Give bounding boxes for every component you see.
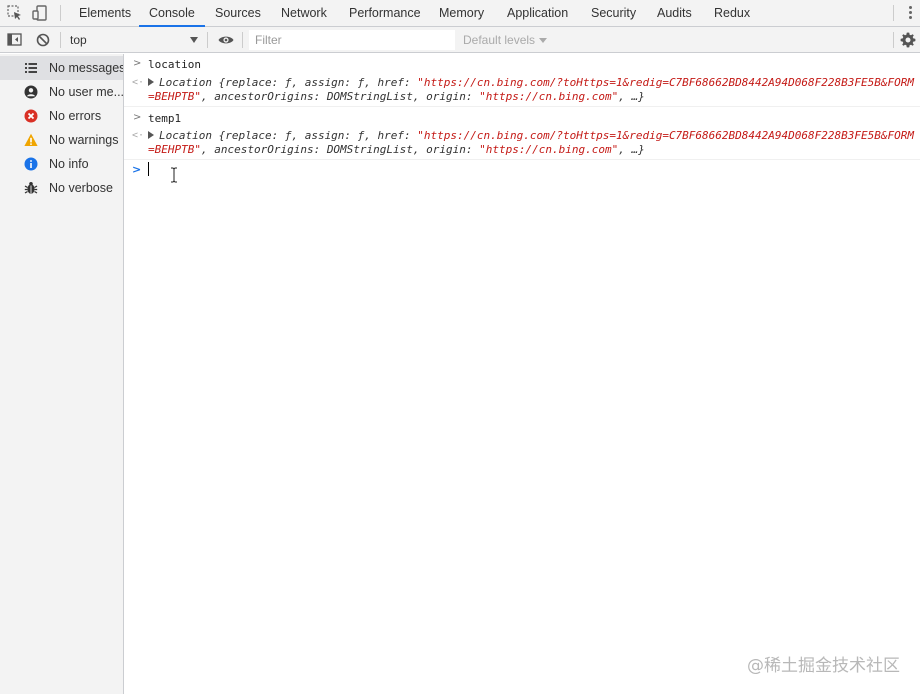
sidebar-item-label: No warnings: [49, 133, 119, 147]
console-output[interactable]: > location <· Location {replace: ƒ, assi…: [124, 54, 920, 694]
clear-console-icon[interactable]: [34, 31, 52, 49]
console-result[interactable]: Location {replace: ƒ, assign: ƒ, href: "…: [148, 76, 918, 104]
log-levels-dropdown[interactable]: Default levels: [463, 30, 548, 50]
console-input-text: location: [148, 58, 201, 71]
sidebar-item-label: No verbose: [49, 181, 113, 195]
sidebar-toggle-icon[interactable]: [6, 31, 24, 49]
prompt-chevron-icon: >: [132, 163, 142, 176]
dropdown-arrow-icon: [539, 38, 548, 44]
input-chevron-icon: >: [133, 58, 142, 69]
sidebar-item-errors[interactable]: No errors: [0, 104, 123, 128]
list-icon: [25, 63, 37, 73]
inspect-element-icon[interactable]: [6, 4, 24, 22]
toolbar-divider: [893, 5, 894, 21]
devtools-tab-bar: Elements Console Sources Network Perform…: [0, 0, 920, 27]
result-prefix: Location {replace: ƒ, assign: ƒ, href:: [159, 76, 418, 89]
console-input-text: temp1: [148, 112, 182, 125]
text-cursor-icon: [171, 167, 177, 183]
console-toolbar: top Default levels: [0, 27, 920, 53]
gear-icon[interactable]: [899, 31, 917, 49]
dropdown-arrow-icon: [190, 37, 198, 43]
tab-redux[interactable]: Redux: [714, 0, 750, 27]
toolbar-divider: [242, 32, 243, 48]
tab-performance[interactable]: Performance: [349, 0, 421, 27]
input-chevron-icon: >: [133, 112, 142, 123]
sidebar-item-messages[interactable]: No messages: [0, 56, 123, 80]
error-icon: [24, 109, 38, 123]
result-prefix: Location {replace: ƒ, assign: ƒ, href:: [159, 129, 418, 142]
tab-network[interactable]: Network: [281, 0, 327, 27]
console-entry: > location <· Location {replace: ƒ, assi…: [124, 54, 920, 107]
tab-memory[interactable]: Memory: [439, 0, 484, 27]
info-icon: [24, 157, 38, 171]
result-suffix: , …}: [618, 143, 645, 156]
device-toolbar-icon[interactable]: [31, 4, 49, 22]
tab-elements[interactable]: Elements: [79, 0, 131, 27]
sidebar-item-label: No messages: [49, 61, 123, 75]
tab-application[interactable]: Application: [507, 0, 568, 27]
warning-icon: [24, 133, 38, 146]
more-options-icon[interactable]: [906, 5, 914, 21]
toolbar-divider: [893, 32, 894, 48]
sidebar-item-label: No info: [49, 157, 89, 171]
tab-sources[interactable]: Sources: [215, 0, 261, 27]
result-origin: "https://cn.bing.com": [479, 90, 619, 103]
context-selector[interactable]: top: [64, 30, 204, 50]
return-arrow-icon: <·: [132, 130, 145, 141]
result-mid: , ancestorOrigins: DOMStringList, origin…: [200, 90, 480, 103]
expand-triangle-icon[interactable]: [148, 131, 154, 139]
tab-security[interactable]: Security: [591, 0, 636, 27]
sidebar-item-label: No user me...: [49, 85, 123, 99]
sidebar-item-warnings[interactable]: No warnings: [0, 128, 123, 152]
console-entry: > temp1 <· Location {replace: ƒ, assign:…: [124, 108, 920, 160]
log-levels-label: Default levels: [463, 33, 536, 47]
text-caret[interactable]: [148, 162, 149, 176]
eye-icon[interactable]: [217, 31, 235, 49]
toolbar-divider: [60, 32, 61, 48]
watermark: @稀土掘金技术社区: [747, 656, 900, 676]
tab-console[interactable]: Console: [139, 0, 205, 27]
result-mid: , ancestorOrigins: DOMStringList, origin…: [200, 143, 480, 156]
context-selector-value: top: [70, 33, 87, 47]
sidebar-item-info[interactable]: No info: [0, 152, 123, 176]
sidebar-item-label: No errors: [49, 109, 102, 123]
result-suffix: , …}: [618, 90, 645, 103]
sidebar-item-verbose[interactable]: No verbose: [0, 176, 123, 200]
toolbar-divider: [207, 32, 208, 48]
sidebar-item-user-messages[interactable]: No user me...: [0, 80, 123, 104]
filter-input[interactable]: [249, 30, 455, 50]
console-sidebar: No messages No user me... No errors No w…: [0, 54, 124, 694]
bug-icon: [24, 182, 38, 194]
user-icon: [24, 85, 38, 99]
result-origin: "https://cn.bing.com": [479, 143, 619, 156]
expand-triangle-icon[interactable]: [148, 78, 154, 86]
toolbar-divider: [60, 5, 61, 21]
return-arrow-icon: <·: [132, 77, 145, 88]
tab-audits[interactable]: Audits: [657, 0, 692, 27]
console-result[interactable]: Location {replace: ƒ, assign: ƒ, href: "…: [148, 129, 918, 157]
